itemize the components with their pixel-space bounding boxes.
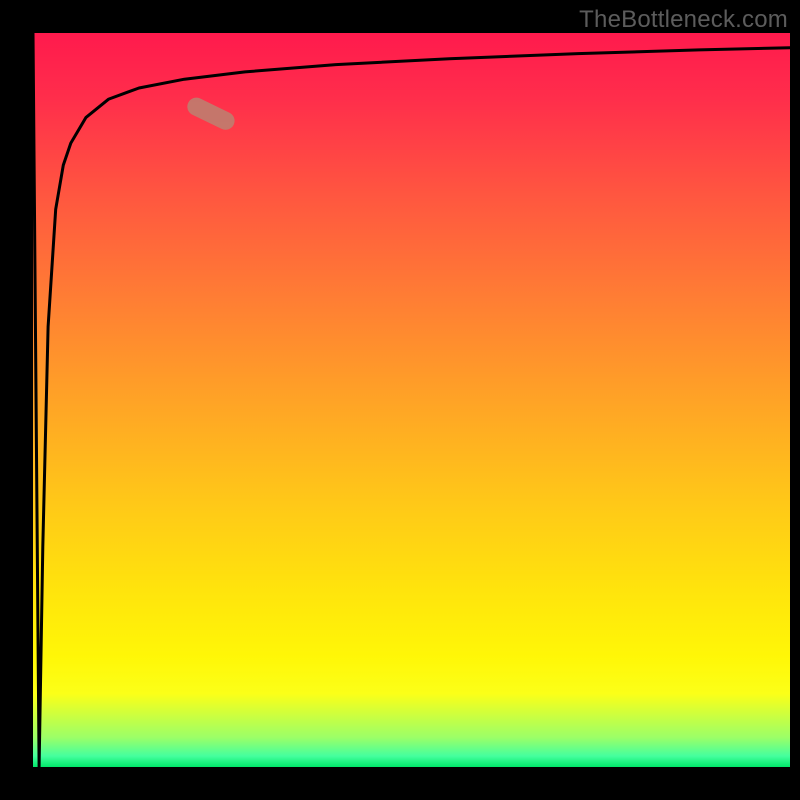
chart-frame: TheBottleneck.com bbox=[0, 0, 800, 800]
plot-area bbox=[33, 33, 790, 767]
watermark-text: TheBottleneck.com bbox=[579, 6, 788, 34]
